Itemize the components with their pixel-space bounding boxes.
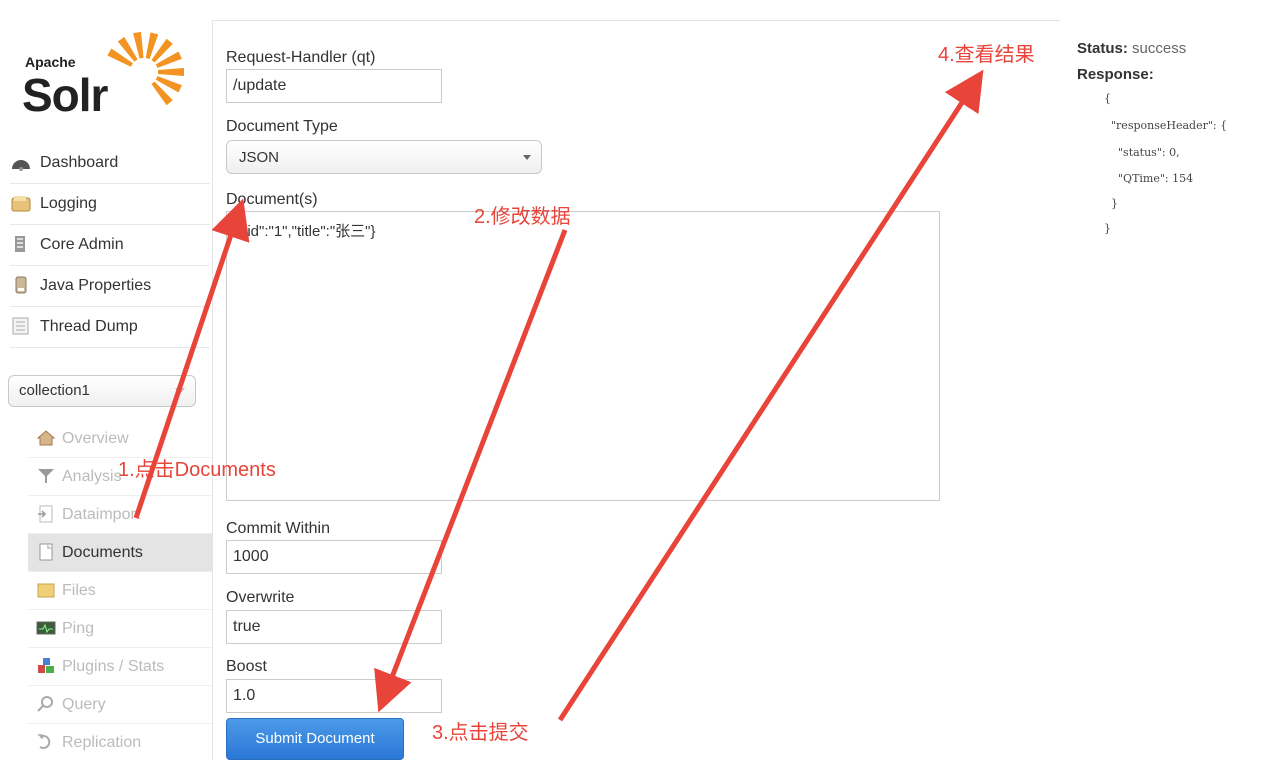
sun-logo-icon [107,31,184,106]
core-nav-plugins-stats-label: Plugins / Stats [62,657,165,675]
nav-dashboard-label: Dashboard [40,154,119,171]
boost-input[interactable] [226,679,442,713]
java-properties-icon [10,276,34,296]
nav-core-admin[interactable]: Core Admin [10,225,210,266]
core-nav-plugins-stats[interactable]: Plugins / Stats [28,648,212,686]
annotation-step3: 3.点击提交 [432,722,529,744]
core-nav-query-label: Query [62,695,106,713]
core-nav-ping[interactable]: Ping [28,610,212,648]
annotation-step1: 1.点击Documents [118,459,276,481]
core-selector[interactable]: collection1 [8,375,196,407]
logging-icon [10,194,34,214]
sidebar: Apache Solr Dashboard Logging Core Admin… [0,0,212,760]
core-selector-value: collection1 [19,382,90,399]
core-nav-query[interactable]: Query [28,686,212,724]
chevron-down-icon [523,155,531,160]
nav-dashboard[interactable]: Dashboard [10,143,210,184]
core-nav-dataimport[interactable]: Dataimport [28,496,212,534]
nav-core-admin-label: Core Admin [40,236,124,253]
replication-icon [36,733,58,753]
nav-logging-label: Logging [40,195,97,212]
analysis-icon [36,467,58,487]
nav-thread-dump[interactable]: Thread Dump [10,307,210,348]
files-icon [36,581,58,601]
core-nav-documents-label: Documents [62,543,143,561]
overwrite-label: Overwrite [226,589,295,606]
document-type-select[interactable]: JSON [226,140,542,174]
json-line: "responseHeader": { [1104,119,1228,132]
commit-within-input[interactable] [226,540,442,574]
core-nav-dataimport-label: Dataimport [62,505,141,523]
overwrite-input[interactable] [226,610,442,644]
json-line: "QTime": 154 [1104,172,1194,185]
chevron-down-icon [175,388,185,394]
annotation-step4: 4.查看结果 [938,44,1035,66]
json-line: } [1104,222,1111,235]
plugins-icon [36,657,58,677]
submit-document-button[interactable]: Submit Document [226,718,404,760]
core-nav-replication[interactable]: Replication [28,724,212,760]
boost-label: Boost [226,658,267,675]
core-nav-replication-label: Replication [62,733,142,751]
core-nav-ping-label: Ping [62,619,95,637]
documents-textarea[interactable]: {"id":"1","title":"张三"} [226,211,940,501]
document-type-value: JSON [239,149,280,166]
ping-icon [36,619,58,639]
json-line: "status": 0, [1104,146,1180,159]
documents-icon [36,543,58,563]
annotation-step2: 2.修改数据 [474,206,571,228]
logo-solr-text: Solr [22,69,108,121]
overview-icon [36,429,58,449]
response-label: Response: [1077,66,1154,83]
commit-within-label: Commit Within [226,520,331,537]
thread-dump-icon [10,317,34,337]
dataimport-icon [36,505,58,525]
nav-java-properties[interactable]: Java Properties [10,266,210,307]
response-label-line: Response: [1077,66,1154,83]
main-nav: Dashboard Logging Core Admin Java Proper… [10,143,210,348]
core-nav-overview-label: Overview [62,429,129,447]
documents-textarea-value: {"id":"1","title":"张三"} [237,223,376,240]
core-admin-icon [10,235,34,255]
nav-logging[interactable]: Logging [10,184,210,225]
json-line: { [1104,92,1111,105]
nav-thread-dump-label: Thread Dump [40,318,138,335]
document-type-label: Document Type [226,118,338,135]
request-handler-label: Request-Handler (qt) [226,49,376,66]
json-line: } [1104,197,1118,210]
query-icon [36,695,58,715]
core-nav-files[interactable]: Files [28,572,212,610]
dashboard-icon [10,153,34,173]
core-nav-analysis-label: Analysis [62,467,122,485]
core-nav-documents[interactable]: Documents [28,534,212,572]
solr-logo[interactable]: Apache Solr [22,30,192,121]
status-label: Status: [1077,40,1128,57]
nav-java-properties-label: Java Properties [40,277,152,294]
response-panel: Status: success Response: { "responseHea… [1062,20,1281,760]
core-nav-files-label: Files [62,581,96,599]
documents-label: Document(s) [226,191,318,208]
request-handler-input[interactable] [226,69,442,103]
documents-panel: Request-Handler (qt) Document Type JSON … [212,20,1060,760]
status-value: success [1132,40,1187,57]
status-line: Status: success [1077,40,1186,57]
